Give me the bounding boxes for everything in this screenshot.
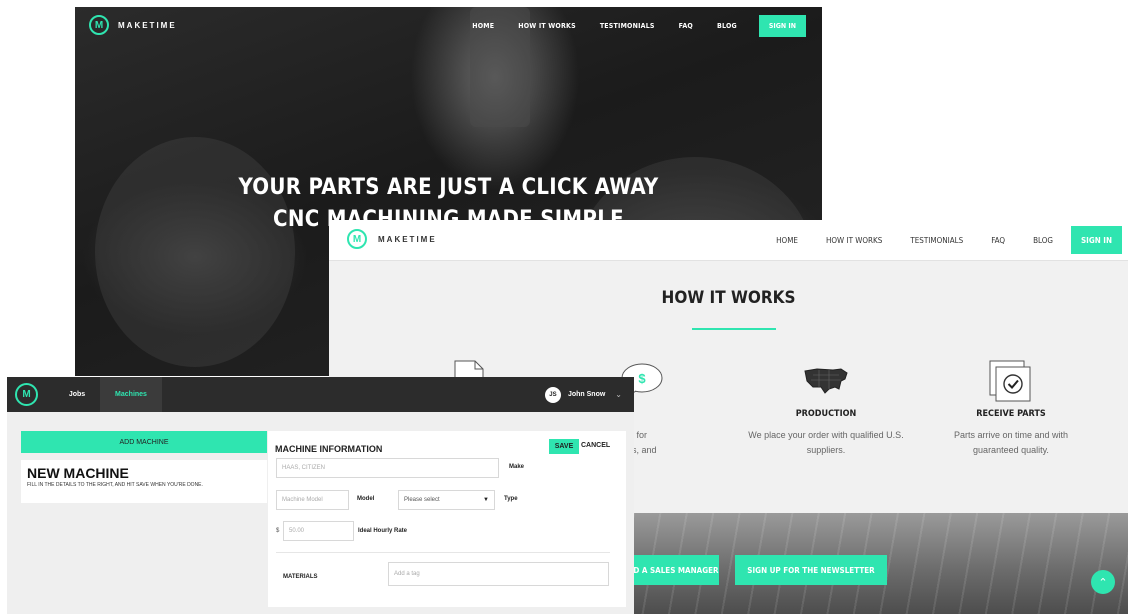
cancel-button[interactable]: CANCEL bbox=[581, 442, 610, 449]
currency-symbol: $ bbox=[276, 528, 280, 534]
title-underline bbox=[692, 328, 776, 330]
factory-photo: D A SALES MANAGER SIGN UP FOR THE NEWSLE… bbox=[633, 513, 1128, 614]
chevron-down-icon: ⌄ bbox=[615, 390, 622, 399]
newsletter-button[interactable]: SIGN UP FOR THE NEWSLETTER bbox=[735, 555, 887, 585]
model-input[interactable]: Machine Model bbox=[276, 490, 349, 510]
make-label: Make bbox=[509, 464, 525, 470]
step-receive: RECEIVE PARTS Parts arrive on time and w… bbox=[921, 360, 1101, 458]
section-title: HOW IT WORKS bbox=[661, 288, 796, 308]
nav-testimonials[interactable]: TESTIMONIALS bbox=[600, 22, 655, 30]
nav-testimonials[interactable]: TESTIMONIALS bbox=[910, 236, 963, 245]
chevron-up-icon: ⌃ bbox=[1098, 576, 1108, 589]
nav-how-it-works[interactable]: HOW IT WORKS bbox=[826, 236, 882, 245]
top-nav-bar: M MAKETIME HOME HOW IT WORKS TESTIMONIAL… bbox=[329, 220, 1128, 261]
step-description: We place your order with qualified U.S. … bbox=[748, 430, 904, 455]
hero-headline: YOUR PARTS ARE JUST A CLICK AWAY bbox=[238, 175, 659, 200]
nav-faq[interactable]: FAQ bbox=[679, 22, 693, 30]
brand-name: MAKETIME bbox=[378, 234, 437, 244]
user-name: John Snow bbox=[567, 391, 606, 398]
page-subtitle: FILL IN THE DETAILS TO THE RIGHT, AND HI… bbox=[27, 482, 203, 488]
avatar: JS bbox=[544, 386, 561, 403]
type-label: Type bbox=[504, 496, 518, 502]
sign-in-button[interactable]: SIGN IN bbox=[758, 15, 806, 37]
usa-map-icon bbox=[804, 368, 848, 394]
hero-nav: HOME HOW IT WORKS TESTIMONIALS FAQ BLOG … bbox=[448, 15, 806, 37]
save-button[interactable]: SAVE bbox=[549, 439, 579, 454]
logo-m-icon[interactable]: M bbox=[15, 383, 38, 406]
machine-info-panel: MACHINE INFORMATION SAVE CANCEL HAAS, CI… bbox=[268, 431, 626, 607]
add-machine-button[interactable]: ADD MACHINE bbox=[21, 431, 267, 453]
sign-in-button[interactable]: SIGN IN bbox=[1071, 226, 1122, 254]
brand-logo[interactable]: M MAKETIME bbox=[347, 229, 437, 249]
panel-title: MACHINE INFORMATION bbox=[275, 444, 383, 454]
nav-home[interactable]: HOME bbox=[472, 22, 494, 30]
tab-machines[interactable]: Machines bbox=[100, 377, 162, 412]
nav-blog[interactable]: BLOG bbox=[717, 22, 737, 30]
tab-jobs[interactable]: Jobs bbox=[57, 377, 97, 412]
back-to-top-button[interactable]: ⌃ bbox=[1091, 570, 1115, 594]
caret-down-icon: ▼ bbox=[483, 497, 489, 503]
brand-logo[interactable]: M MAKETIME bbox=[89, 15, 177, 35]
step-label: RECEIVE PARTS bbox=[976, 409, 1046, 419]
step-production: PRODUCTION We place your order with qual… bbox=[736, 360, 916, 458]
user-menu[interactable]: JS John Snow ⌄ bbox=[544, 377, 622, 412]
brand-name: MAKETIME bbox=[118, 20, 177, 30]
materials-tag-input[interactable]: Add a tag bbox=[388, 562, 609, 586]
svg-text:$: $ bbox=[638, 371, 646, 386]
logo-m-icon: M bbox=[347, 229, 367, 249]
logo-m-icon: M bbox=[89, 15, 109, 35]
nav-blog[interactable]: BLOG bbox=[1033, 236, 1053, 245]
step-description: Parts arrive on time and with guaranteed… bbox=[953, 430, 1069, 455]
checkmark-box-icon bbox=[989, 360, 1031, 402]
nav-home[interactable]: HOME bbox=[776, 236, 798, 245]
materials-label: MATERIALS bbox=[283, 574, 318, 580]
hourly-rate-label: Ideal Hourly Rate bbox=[358, 528, 408, 534]
type-select[interactable]: Please select ▼ bbox=[398, 490, 495, 510]
new-machine-card: NEW MACHINE FILL IN THE DETAILS TO THE R… bbox=[21, 460, 267, 503]
main-nav: HOME HOW IT WORKS TESTIMONIALS FAQ BLOG … bbox=[748, 220, 1128, 260]
section-divider bbox=[276, 552, 610, 553]
model-label: Model bbox=[357, 496, 375, 502]
admin-screen: M Jobs Machines JS John Snow ⌄ ADD MACHI… bbox=[7, 377, 634, 614]
sales-manager-button[interactable]: D A SALES MANAGER bbox=[633, 555, 719, 585]
step-label: PRODUCTION bbox=[795, 409, 857, 419]
admin-top-bar: M Jobs Machines JS John Snow ⌄ bbox=[7, 377, 634, 412]
machine-wheel bbox=[95, 137, 295, 367]
make-input[interactable]: HAAS, CITIZEN bbox=[276, 458, 499, 478]
type-select-value: Please select bbox=[404, 497, 440, 503]
hourly-rate-input[interactable]: 50.00 bbox=[283, 521, 354, 541]
nav-how-it-works[interactable]: HOW IT WORKS bbox=[518, 22, 576, 30]
page-title: NEW MACHINE bbox=[27, 465, 129, 481]
nav-faq[interactable]: FAQ bbox=[991, 236, 1005, 245]
